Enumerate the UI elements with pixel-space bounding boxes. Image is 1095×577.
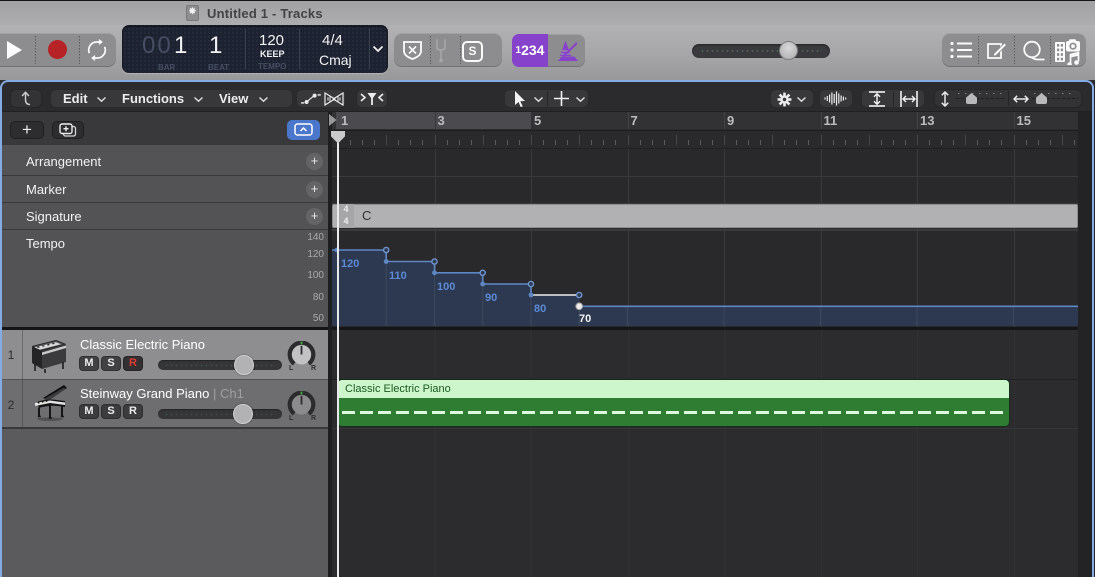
svg-text:110: 110: [389, 270, 407, 282]
svg-text:90: 90: [485, 292, 497, 304]
svg-text:100: 100: [437, 281, 455, 293]
svg-text:120: 120: [341, 258, 359, 270]
svg-text:70: 70: [579, 313, 591, 325]
svg-text:80: 80: [534, 303, 546, 315]
